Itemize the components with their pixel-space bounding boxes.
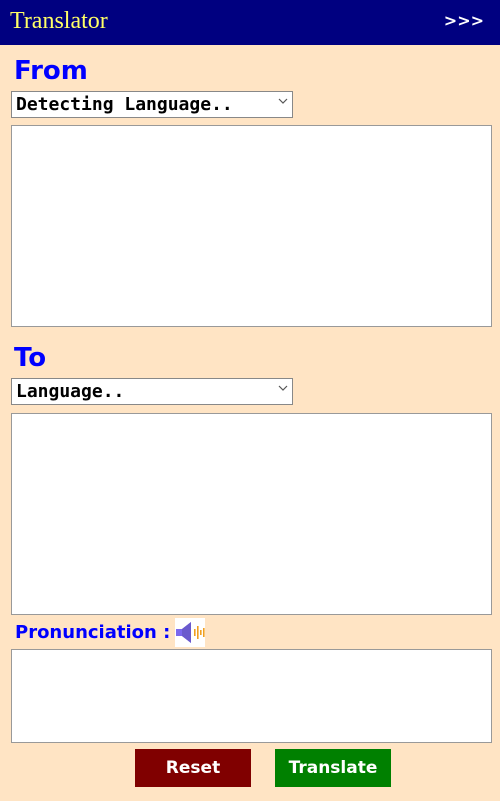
app-header: Translator >>> <box>0 0 500 45</box>
chevron-down-icon <box>278 98 288 104</box>
to-label: To <box>14 343 47 373</box>
source-language-select[interactable]: Detecting Language.. <box>11 91 293 118</box>
speaker-icon[interactable] <box>175 618 205 647</box>
source-language-value: Detecting Language.. <box>16 94 233 115</box>
expand-button[interactable]: >>> <box>444 11 484 30</box>
chevron-down-icon <box>278 385 288 391</box>
reset-button[interactable]: Reset <box>135 749 251 787</box>
source-text-input[interactable] <box>11 125 492 327</box>
target-language-select[interactable]: Language.. <box>11 378 293 405</box>
translate-button[interactable]: Translate <box>275 749 391 787</box>
target-language-value: Language.. <box>16 381 125 402</box>
from-label: From <box>14 56 88 86</box>
app-title: Translator <box>10 8 108 34</box>
pronunciation-text-output[interactable] <box>11 649 492 743</box>
translated-text-output[interactable] <box>11 413 492 615</box>
pronunciation-label: Pronunciation : <box>15 622 171 643</box>
